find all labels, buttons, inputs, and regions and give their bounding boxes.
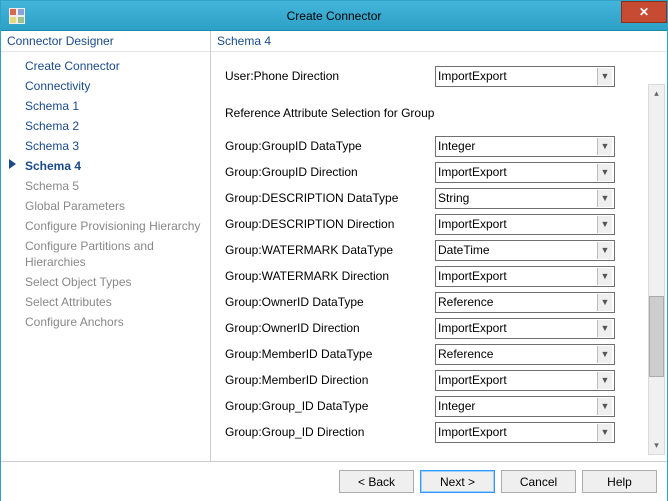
form-row: Group:OwnerID DataTypeReference ▼ xyxy=(225,290,661,314)
chevron-down-icon: ▼ xyxy=(597,424,612,441)
dropdown-value: Integer xyxy=(438,139,475,153)
nav-item[interactable]: Configure Partitions and Hierarchies xyxy=(11,236,210,272)
nav-item[interactable]: Schema 5 xyxy=(11,176,210,196)
form-dropdown[interactable]: Reference ▼ xyxy=(435,344,615,365)
dropdown-value: ImportExport xyxy=(438,425,507,439)
form-dropdown[interactable]: ImportExport ▼ xyxy=(435,266,615,287)
dropdown-value: DateTime xyxy=(438,243,490,257)
content-panel: Schema 4 User:Phone DirectionImportExpor… xyxy=(211,31,667,461)
nav-item[interactable]: Schema 4 xyxy=(11,156,210,176)
form-dropdown[interactable]: Integer ▼ xyxy=(435,396,615,417)
chevron-down-icon: ▼ xyxy=(597,242,612,259)
chevron-down-icon: ▼ xyxy=(597,268,612,285)
nav-item[interactable]: Connectivity xyxy=(11,76,210,96)
form-row: Group:OwnerID DirectionImportExport ▼ xyxy=(225,316,661,340)
chevron-down-icon: ▼ xyxy=(597,320,612,337)
form-dropdown[interactable]: ImportExport ▼ xyxy=(435,162,615,183)
app-icon xyxy=(9,8,25,24)
dropdown-value: ImportExport xyxy=(438,217,507,231)
form-label: Group:OwnerID DataType xyxy=(225,295,435,309)
form-row: Group:GroupID DataTypeInteger ▼ xyxy=(225,134,661,158)
titlebar: Create Connector ✕ xyxy=(1,1,667,31)
form-dropdown[interactable]: Reference ▼ xyxy=(435,292,615,313)
section-title: Reference Attribute Selection for Group xyxy=(225,106,661,120)
dropdown-value: ImportExport xyxy=(438,321,507,335)
scroll-down-button[interactable]: ▾ xyxy=(649,437,664,454)
wizard-footer: < Back Next > Cancel Help xyxy=(1,461,667,501)
scroll-up-button[interactable]: ▴ xyxy=(649,85,664,102)
form-row: Group:DESCRIPTION DataTypeString ▼ xyxy=(225,186,661,210)
chevron-down-icon: ▼ xyxy=(597,346,612,363)
dropdown-value: ImportExport xyxy=(438,373,507,387)
form-row: Group:DESCRIPTION DirectionImportExport ▼ xyxy=(225,212,661,236)
dropdown-value: Reference xyxy=(438,295,493,309)
nav-item[interactable]: Schema 3 xyxy=(11,136,210,156)
chevron-down-icon: ▼ xyxy=(597,294,612,311)
scroll-thumb[interactable] xyxy=(649,296,664,376)
form-label: Group:WATERMARK Direction xyxy=(225,269,435,283)
help-button[interactable]: Help xyxy=(582,470,657,493)
chevron-down-icon: ▼ xyxy=(597,372,612,389)
form-label: Group:GroupID Direction xyxy=(225,165,435,179)
chevron-down-icon: ▼ xyxy=(597,216,612,233)
form-dropdown[interactable]: ImportExport ▼ xyxy=(435,214,615,235)
vertical-scrollbar[interactable]: ▴ ▾ xyxy=(648,84,665,455)
nav-item[interactable]: Schema 2 xyxy=(11,116,210,136)
form-label: Group:WATERMARK DataType xyxy=(225,243,435,257)
back-button[interactable]: < Back xyxy=(339,470,414,493)
dropdown-value: Reference xyxy=(438,347,493,361)
nav-item[interactable]: Configure Provisioning Hierarchy xyxy=(11,216,210,236)
form-row: Group:GroupID DirectionImportExport ▼ xyxy=(225,160,661,184)
scroll-track[interactable] xyxy=(649,102,664,437)
form-label: Group:Group_ID Direction xyxy=(225,425,435,439)
form-dropdown[interactable]: ImportExport ▼ xyxy=(435,66,615,87)
form-dropdown[interactable]: DateTime ▼ xyxy=(435,240,615,261)
form-row: Group:Group_ID DirectionImportExport ▼ xyxy=(225,420,661,444)
dropdown-value: ImportExport xyxy=(438,165,507,179)
form-row: Group:Group_ID DataTypeInteger ▼ xyxy=(225,394,661,418)
form-row: User:Phone DirectionImportExport ▼ xyxy=(225,64,661,88)
form-label: Group:DESCRIPTION Direction xyxy=(225,217,435,231)
close-icon: ✕ xyxy=(639,5,649,19)
nav-header: Connector Designer xyxy=(1,31,210,52)
dropdown-value: String xyxy=(438,191,469,205)
form-label: Group:MemberID Direction xyxy=(225,373,435,387)
form-label: Group:OwnerID Direction xyxy=(225,321,435,335)
form-row: Group:WATERMARK DirectionImportExport ▼ xyxy=(225,264,661,288)
form-row: Group:MemberID DataTypeReference ▼ xyxy=(225,342,661,366)
form-row: Group:WATERMARK DataTypeDateTime ▼ xyxy=(225,238,661,262)
chevron-down-icon: ▼ xyxy=(597,164,612,181)
chevron-down-icon: ▼ xyxy=(597,190,612,207)
cancel-button[interactable]: Cancel xyxy=(501,470,576,493)
form-row: Group:MemberID DirectionImportExport ▼ xyxy=(225,368,661,392)
dropdown-value: ImportExport xyxy=(438,269,507,283)
form-label: Group:Group_ID DataType xyxy=(225,399,435,413)
chevron-down-icon: ▼ xyxy=(597,138,612,155)
nav-item[interactable]: Select Attributes xyxy=(11,292,210,312)
dropdown-value: Integer xyxy=(438,399,475,413)
nav-item[interactable]: Select Object Types xyxy=(11,272,210,292)
next-button[interactable]: Next > xyxy=(420,470,495,493)
content-header: Schema 4 xyxy=(211,31,667,52)
chevron-down-icon: ▼ xyxy=(597,398,612,415)
nav-item[interactable]: Schema 1 xyxy=(11,96,210,116)
form-dropdown[interactable]: ImportExport ▼ xyxy=(435,370,615,391)
nav-item[interactable]: Create Connector xyxy=(11,56,210,76)
close-button[interactable]: ✕ xyxy=(621,1,667,23)
form-dropdown[interactable]: ImportExport ▼ xyxy=(435,318,615,339)
nav-panel: Connector Designer Create ConnectorConne… xyxy=(1,31,211,461)
dropdown-value: ImportExport xyxy=(438,69,507,83)
window-title: Create Connector xyxy=(1,9,667,23)
form-dropdown[interactable]: String ▼ xyxy=(435,188,615,209)
form-label: Group:GroupID DataType xyxy=(225,139,435,153)
nav-item[interactable]: Configure Anchors xyxy=(11,312,210,332)
nav-item[interactable]: Global Parameters xyxy=(11,196,210,216)
form-dropdown[interactable]: Integer ▼ xyxy=(435,136,615,157)
chevron-down-icon: ▼ xyxy=(597,68,612,85)
form-label: Group:MemberID DataType xyxy=(225,347,435,361)
form-label: Group:DESCRIPTION DataType xyxy=(225,191,435,205)
form-dropdown[interactable]: ImportExport ▼ xyxy=(435,422,615,443)
form-label: User:Phone Direction xyxy=(225,69,435,83)
